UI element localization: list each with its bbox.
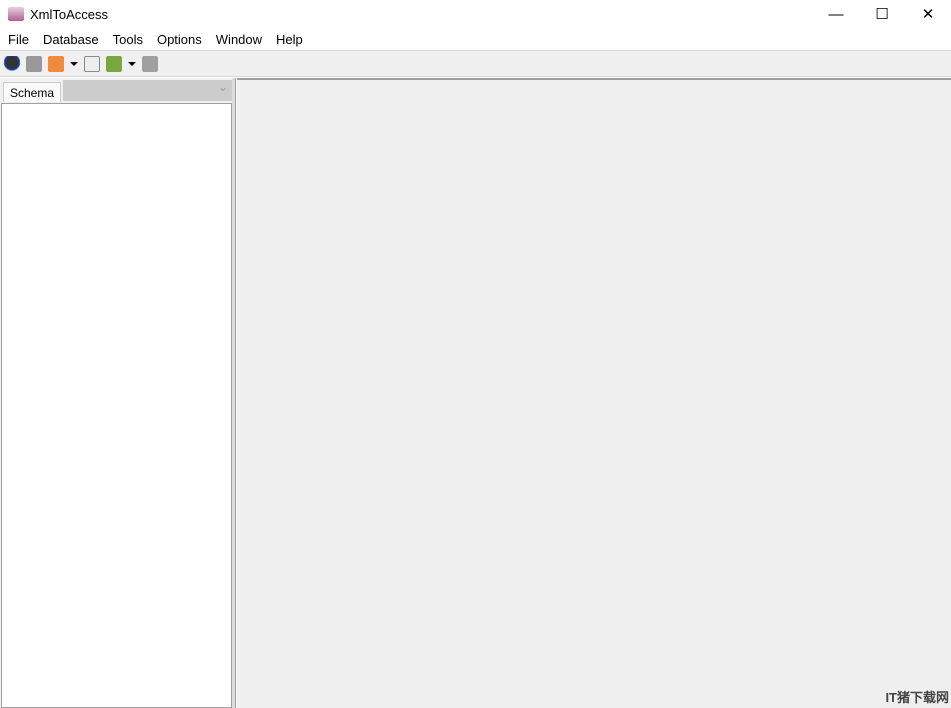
menu-options[interactable]: Options [150,32,209,47]
schema-tree[interactable] [1,103,232,708]
tab-schema[interactable]: Schema [3,82,62,102]
mdi-area: IT猪下载网 [237,78,951,708]
toolbar [0,50,951,77]
splitter[interactable] [232,78,236,708]
schema-panel: Schema [0,78,234,708]
watermark: IT猪下载网 [885,690,949,705]
close-button[interactable]: ✕ [905,0,951,28]
app-icon [8,7,24,21]
connect-icon[interactable] [26,55,42,72]
map-icon[interactable] [84,55,100,72]
xml-dropdown-icon[interactable] [70,61,78,66]
window-icon[interactable] [106,55,122,72]
minimize-button[interactable]: — [813,0,859,28]
user-icon[interactable] [4,55,20,72]
menu-database[interactable]: Database [36,32,106,47]
maximize-button[interactable]: ☐ [859,0,905,28]
menu-file[interactable]: File [1,32,36,47]
schema-combo[interactable] [63,80,232,101]
menu-tools[interactable]: Tools [106,32,150,47]
title-bar: XmlToAccess — ☐ ✕ [0,0,951,28]
window-title: XmlToAccess [30,6,109,22]
menu-help[interactable]: Help [269,32,310,47]
xml-icon[interactable] [48,55,64,72]
menu-bar: File Database Tools Options Window Help [0,28,951,50]
stop-icon[interactable] [142,55,158,72]
window-dropdown-icon[interactable] [128,61,136,66]
menu-window[interactable]: Window [209,32,269,47]
